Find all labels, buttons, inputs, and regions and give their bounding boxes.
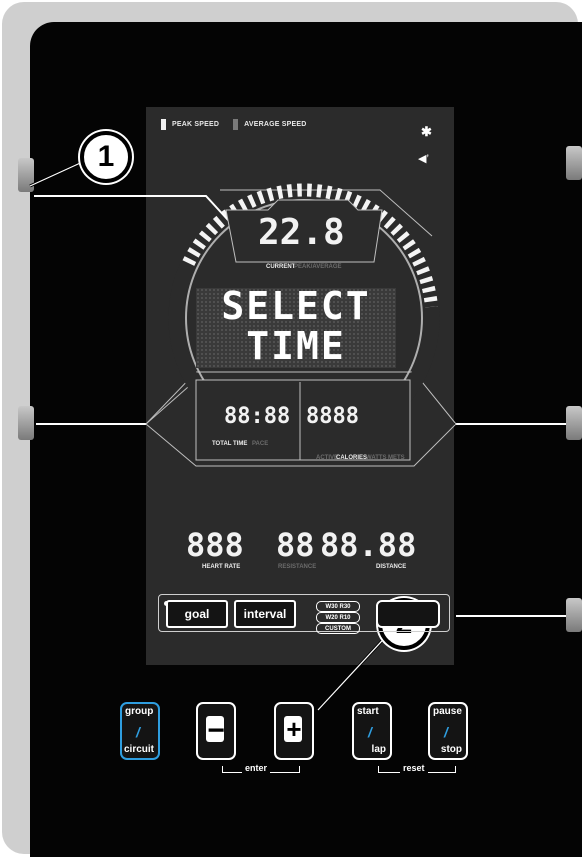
resistance-readout: 88: [276, 526, 315, 564]
message-line-1: SELECT: [221, 284, 371, 328]
lcd-display: [146, 107, 454, 665]
message-line-2: TIME: [246, 324, 346, 368]
interval-mode[interactable]: interval: [234, 600, 296, 628]
volume-icon: ◀’: [418, 153, 429, 165]
total-time-label: TOTAL TIME: [212, 441, 248, 447]
plus-icon: +: [286, 714, 302, 744]
minus-icon: −: [207, 714, 225, 747]
lap-label: lap: [371, 744, 386, 755]
right-upper-tab[interactable]: [566, 146, 582, 180]
preset-w30-r30[interactable]: W30 R30: [316, 601, 360, 612]
bluetooth-icon: ✱: [421, 124, 432, 139]
heart-rate-readout: 888: [186, 526, 244, 564]
peak-speed-label: PEAK SPEED: [172, 121, 220, 128]
distance-label: DISTANCE: [376, 564, 407, 570]
group-circuit-button[interactable]: group / circuit: [120, 702, 160, 760]
stop-label: stop: [440, 744, 462, 755]
goal-mode[interactable]: goal: [166, 600, 228, 628]
watts-label: WATTS: [366, 455, 387, 461]
plus-button[interactable]: +: [274, 702, 314, 760]
average-speed-swatch: [233, 119, 239, 130]
mode-slot-right[interactable]: [376, 600, 440, 628]
circuit-label: circuit: [123, 744, 154, 755]
right-middle-tab[interactable]: [566, 406, 582, 440]
current-speed-readout: 22.8: [258, 212, 345, 253]
start-lap-button[interactable]: start / lap: [352, 702, 392, 760]
slash-icon: /: [368, 724, 372, 740]
resistance-label: RESISTANCE: [278, 564, 317, 570]
preset-w20-r10[interactable]: W20 R10: [316, 612, 360, 623]
mets-label: METS: [388, 455, 405, 461]
preset-custom[interactable]: CUSTOM: [316, 623, 360, 634]
speed-legend: PEAK SPEED AVERAGE SPEED: [161, 119, 307, 130]
average-speed-label: AVERAGE SPEED: [244, 121, 307, 128]
right-lower-tab[interactable]: [566, 598, 582, 632]
reset-label: reset: [400, 763, 428, 773]
heart-rate-label: HEART RATE: [202, 564, 241, 570]
current-label: CURRENT: [266, 264, 296, 270]
time-readout: 88:88: [224, 404, 291, 429]
peak-average-label: PEAK/AVERAGE: [294, 264, 342, 270]
active-label: ACTIVE: [316, 455, 339, 461]
pause-label: pause: [433, 706, 462, 717]
start-label: start: [357, 706, 379, 717]
calories-label: CALORIES: [336, 455, 368, 461]
left-upper-tab[interactable]: [18, 158, 34, 192]
minus-button[interactable]: −: [196, 702, 236, 760]
distance-readout: 88.88: [320, 526, 417, 564]
pause-stop-button[interactable]: pause / stop: [428, 702, 468, 760]
pace-label: PACE: [252, 441, 269, 447]
enter-label: enter: [242, 763, 271, 773]
calories-readout: 8888: [306, 404, 359, 429]
callout-1: 1: [80, 131, 132, 183]
slash-icon: /: [136, 724, 140, 740]
group-label: group: [125, 706, 154, 717]
left-middle-tab[interactable]: [18, 406, 34, 440]
slash-icon: /: [444, 724, 448, 740]
peak-speed-swatch: [161, 119, 166, 130]
